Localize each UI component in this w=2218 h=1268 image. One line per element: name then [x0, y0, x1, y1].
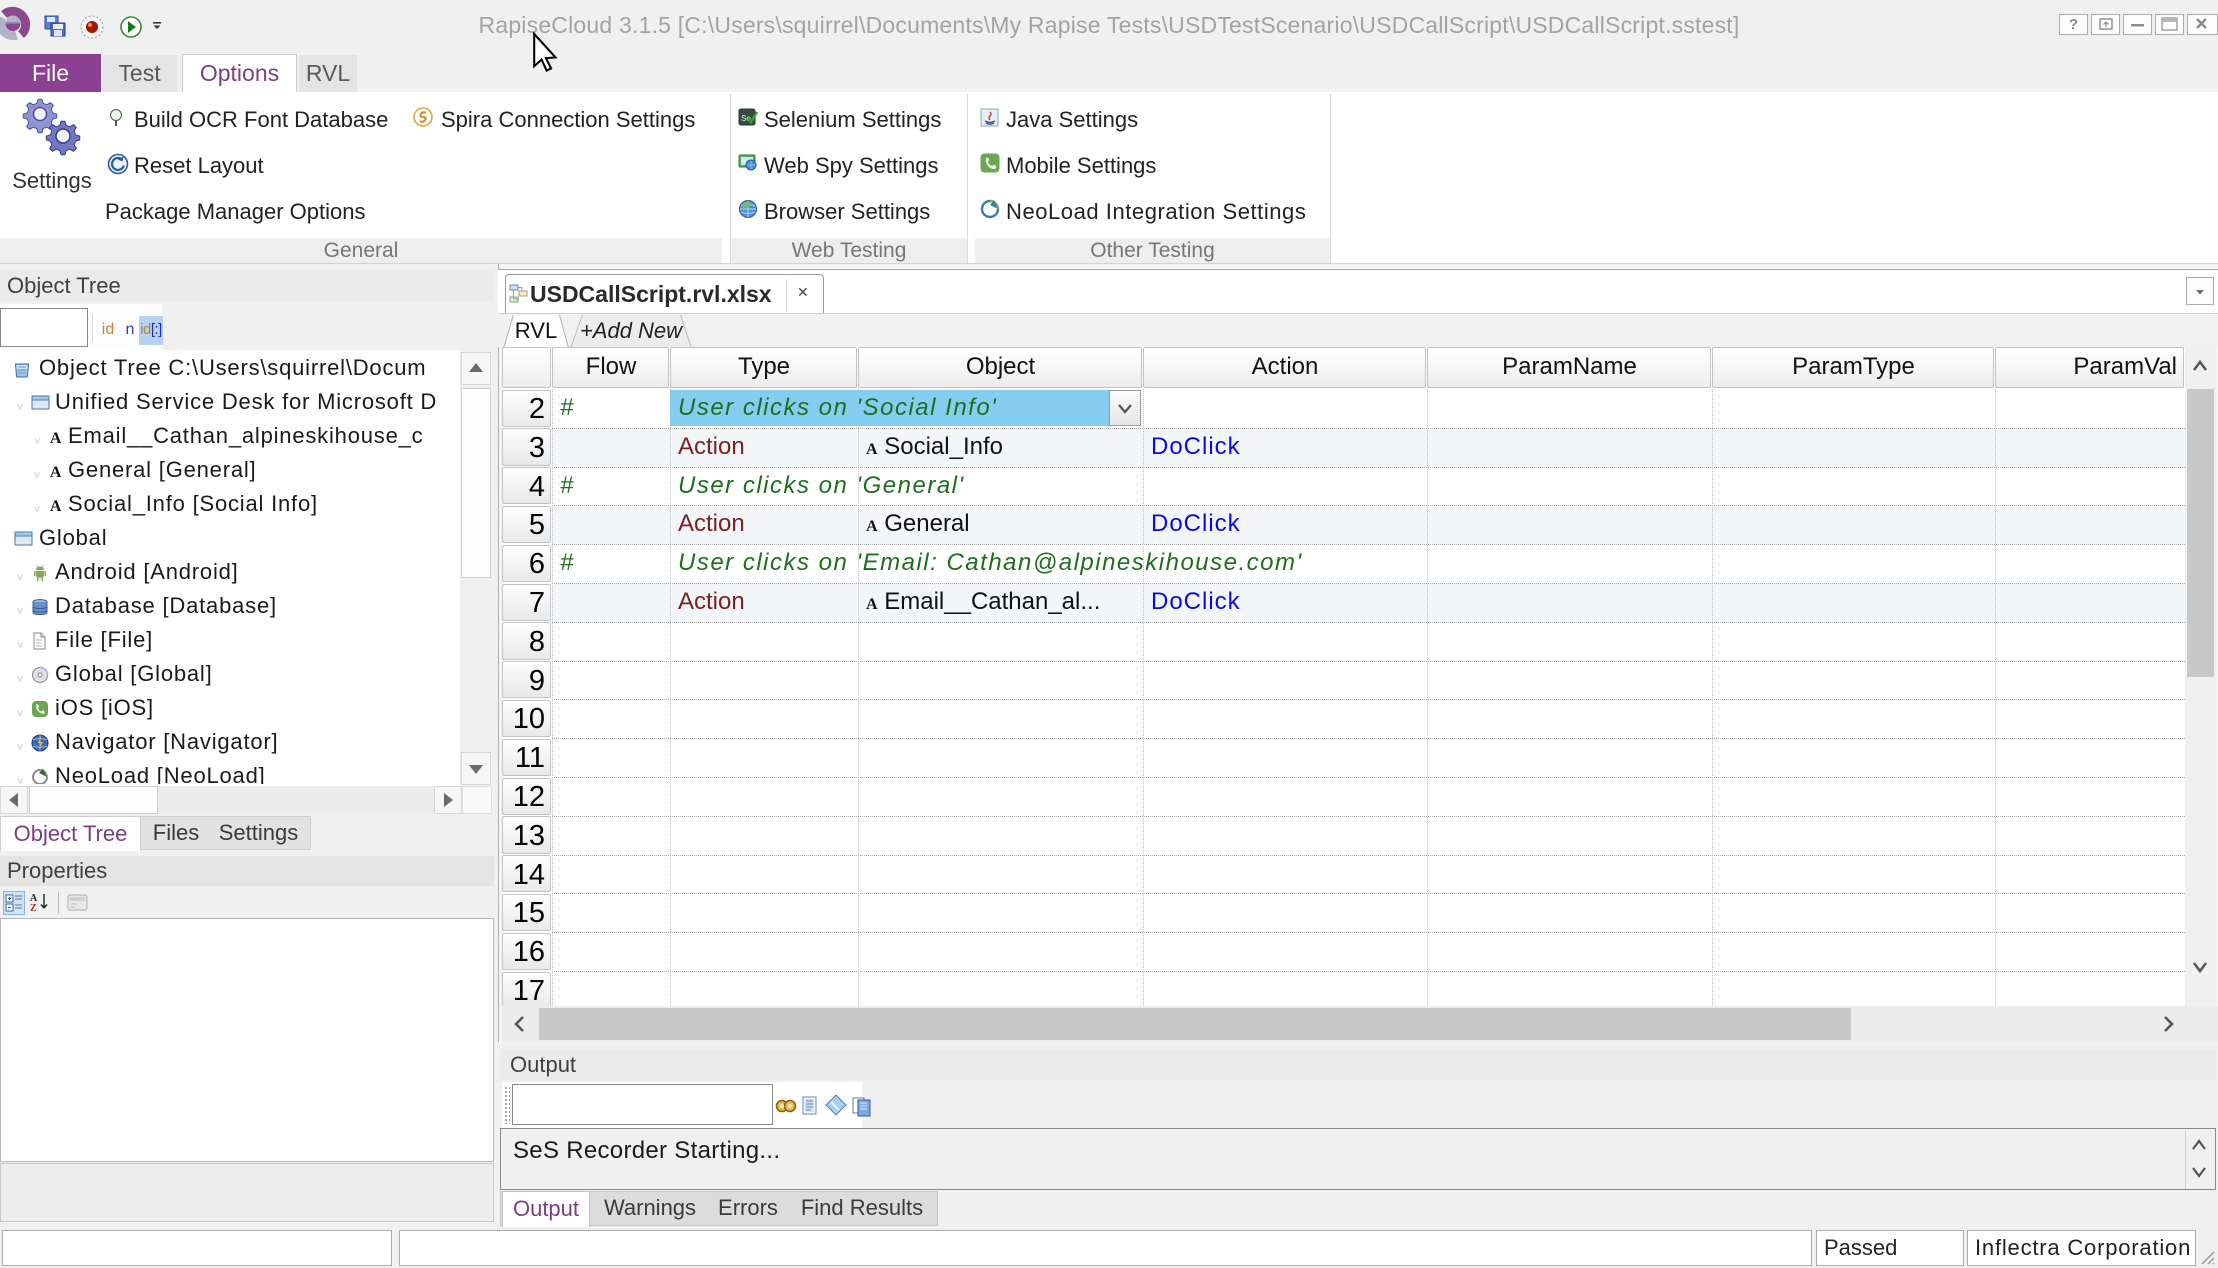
svg-text:A: A: [50, 430, 62, 446]
svg-text:Z: Z: [30, 903, 37, 913]
svg-text:A: A: [50, 498, 62, 514]
svg-text:A: A: [50, 464, 62, 480]
